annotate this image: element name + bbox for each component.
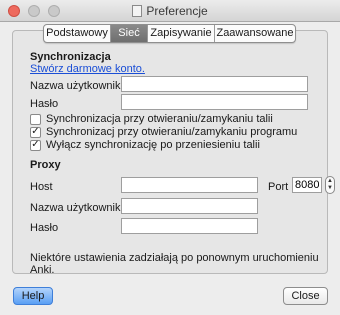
sync-username-label: Nazwa użytkownika: [30, 80, 127, 92]
tab-podstawowy[interactable]: Podstawowy: [44, 25, 111, 42]
proxy-username-input[interactable]: [121, 198, 258, 214]
sync-password-label: Hasło: [30, 98, 59, 110]
tab-bar: Podstawowy Sieć Zapisywanie Zaawansowane: [43, 24, 296, 43]
stepper-up-icon[interactable]: ▲: [327, 178, 333, 185]
sync-option-disable[interactable]: ✓ Wyłącz synchronizację po przeniesieniu…: [30, 139, 260, 151]
tab-siec[interactable]: Sieć: [111, 25, 148, 42]
restart-notice: Niektóre ustawienia zadziałają po ponown…: [30, 252, 319, 276]
sync-deck-checkbox[interactable]: [30, 113, 41, 125]
sync-program-checkbox[interactable]: ✓: [30, 126, 41, 138]
help-button[interactable]: Help: [13, 287, 53, 305]
stepper-down-icon[interactable]: ▼: [327, 185, 333, 192]
sync-disable-label: Wyłącz synchronizację po przeniesieniu t…: [46, 139, 260, 151]
create-account-link[interactable]: Stwórz darmowe konto.: [30, 63, 145, 75]
sync-disable-checkbox[interactable]: ✓: [30, 139, 41, 151]
tab-zapisywanie[interactable]: Zapisywanie: [148, 25, 215, 42]
proxy-host-label: Host: [30, 181, 53, 193]
proxy-port-label: Port: [268, 181, 289, 193]
proxy-port-input[interactable]: [292, 177, 322, 193]
sync-username-input[interactable]: [121, 76, 308, 92]
sync-option-program[interactable]: ✓ Synchronizacj przy otwieraniu/zamykani…: [30, 126, 297, 138]
document-icon: [132, 5, 143, 17]
window-title-area: Preferencje: [0, 0, 340, 22]
proxy-password-label: Hasło: [30, 222, 59, 234]
sync-option-deck[interactable]: Synchronizacja przy otwieraniu/zamykaniu…: [30, 113, 273, 125]
proxy-password-input[interactable]: [121, 218, 258, 234]
proxy-username-label: Nazwa użytkownika: [30, 202, 127, 214]
sync-deck-label: Synchronizacja przy otwieraniu/zamykaniu…: [46, 113, 273, 125]
close-button[interactable]: Close: [283, 287, 328, 305]
tab-zaawansowane[interactable]: Zaawansowane: [215, 25, 295, 42]
proxy-heading: Proxy: [30, 159, 61, 171]
port-stepper[interactable]: ▲ ▼: [325, 176, 335, 194]
sync-password-input[interactable]: [121, 94, 308, 110]
proxy-host-input[interactable]: [121, 177, 258, 193]
sync-program-label: Synchronizacj przy otwieraniu/zamykaniu …: [46, 126, 298, 138]
window-title: Preferencje: [146, 4, 208, 18]
sync-heading: Synchronizacja: [30, 51, 111, 63]
